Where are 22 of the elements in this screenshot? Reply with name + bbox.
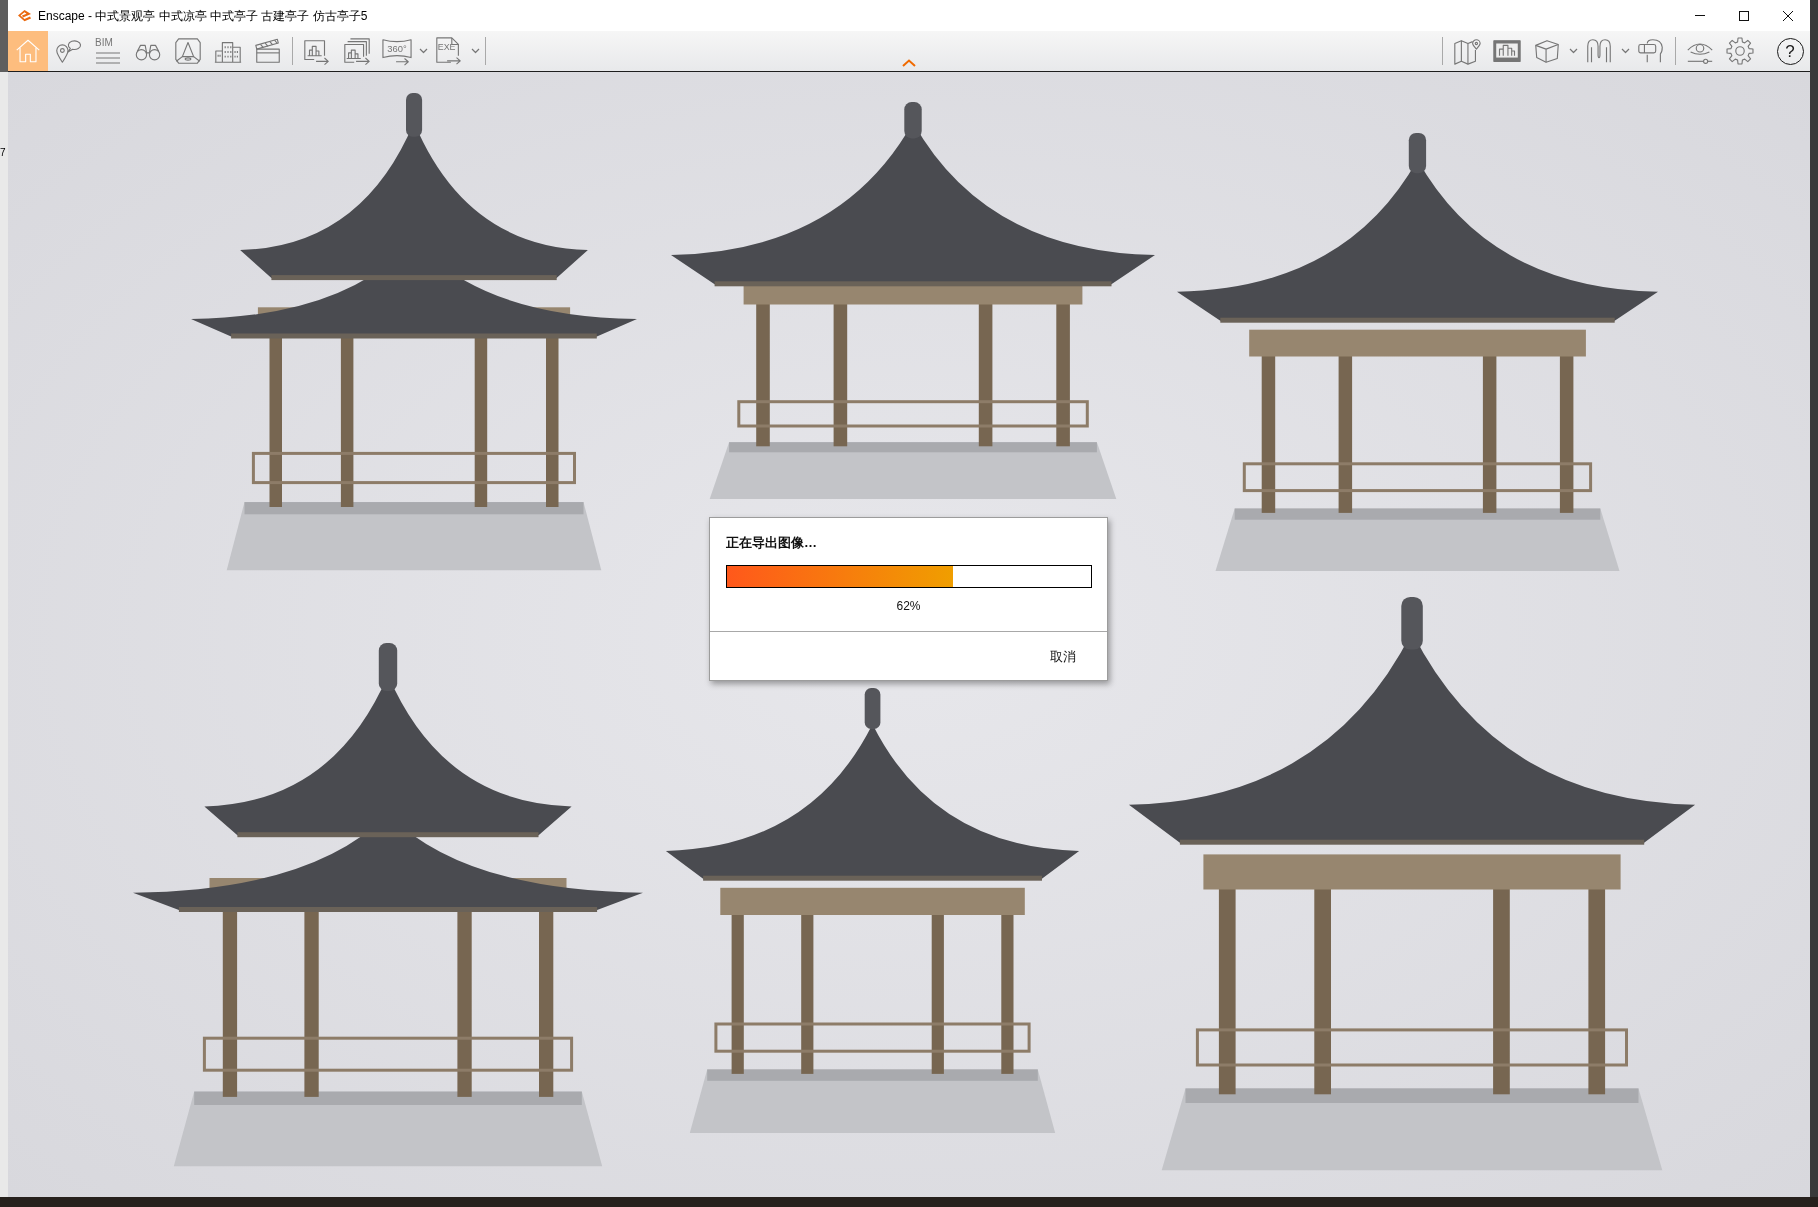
frame-icon	[173, 36, 203, 66]
bim-button[interactable]: BIM	[88, 31, 128, 71]
caret-icon	[471, 48, 480, 54]
logo-icon	[17, 9, 32, 22]
progress-percent: 62%	[896, 598, 921, 614]
desktop-text: 7	[0, 147, 7, 159]
map-pin-icon	[1452, 36, 1482, 66]
dialog-title: 正在导出图像…	[726, 534, 817, 552]
lines-icon	[95, 50, 121, 65]
panorama-button[interactable]: 360°	[377, 31, 429, 71]
caret-icon	[419, 48, 428, 54]
stacked-images-icon	[342, 36, 372, 66]
minimize-icon	[1695, 15, 1705, 16]
window-title: Enscape - 中式景观亭 中式凉亭 中式亭子 古建亭子 仿古亭子5	[38, 7, 368, 24]
maximize-icon	[1739, 10, 1749, 21]
clapperboard-icon	[253, 36, 283, 66]
settings-icon	[1725, 36, 1755, 66]
caret-icon	[1621, 48, 1630, 54]
collapse-chevron-icon[interactable]	[902, 59, 916, 67]
caret-icon	[1569, 48, 1578, 54]
cancel-button[interactable]: 取消	[1036, 642, 1090, 670]
close-icon	[1783, 10, 1793, 21]
